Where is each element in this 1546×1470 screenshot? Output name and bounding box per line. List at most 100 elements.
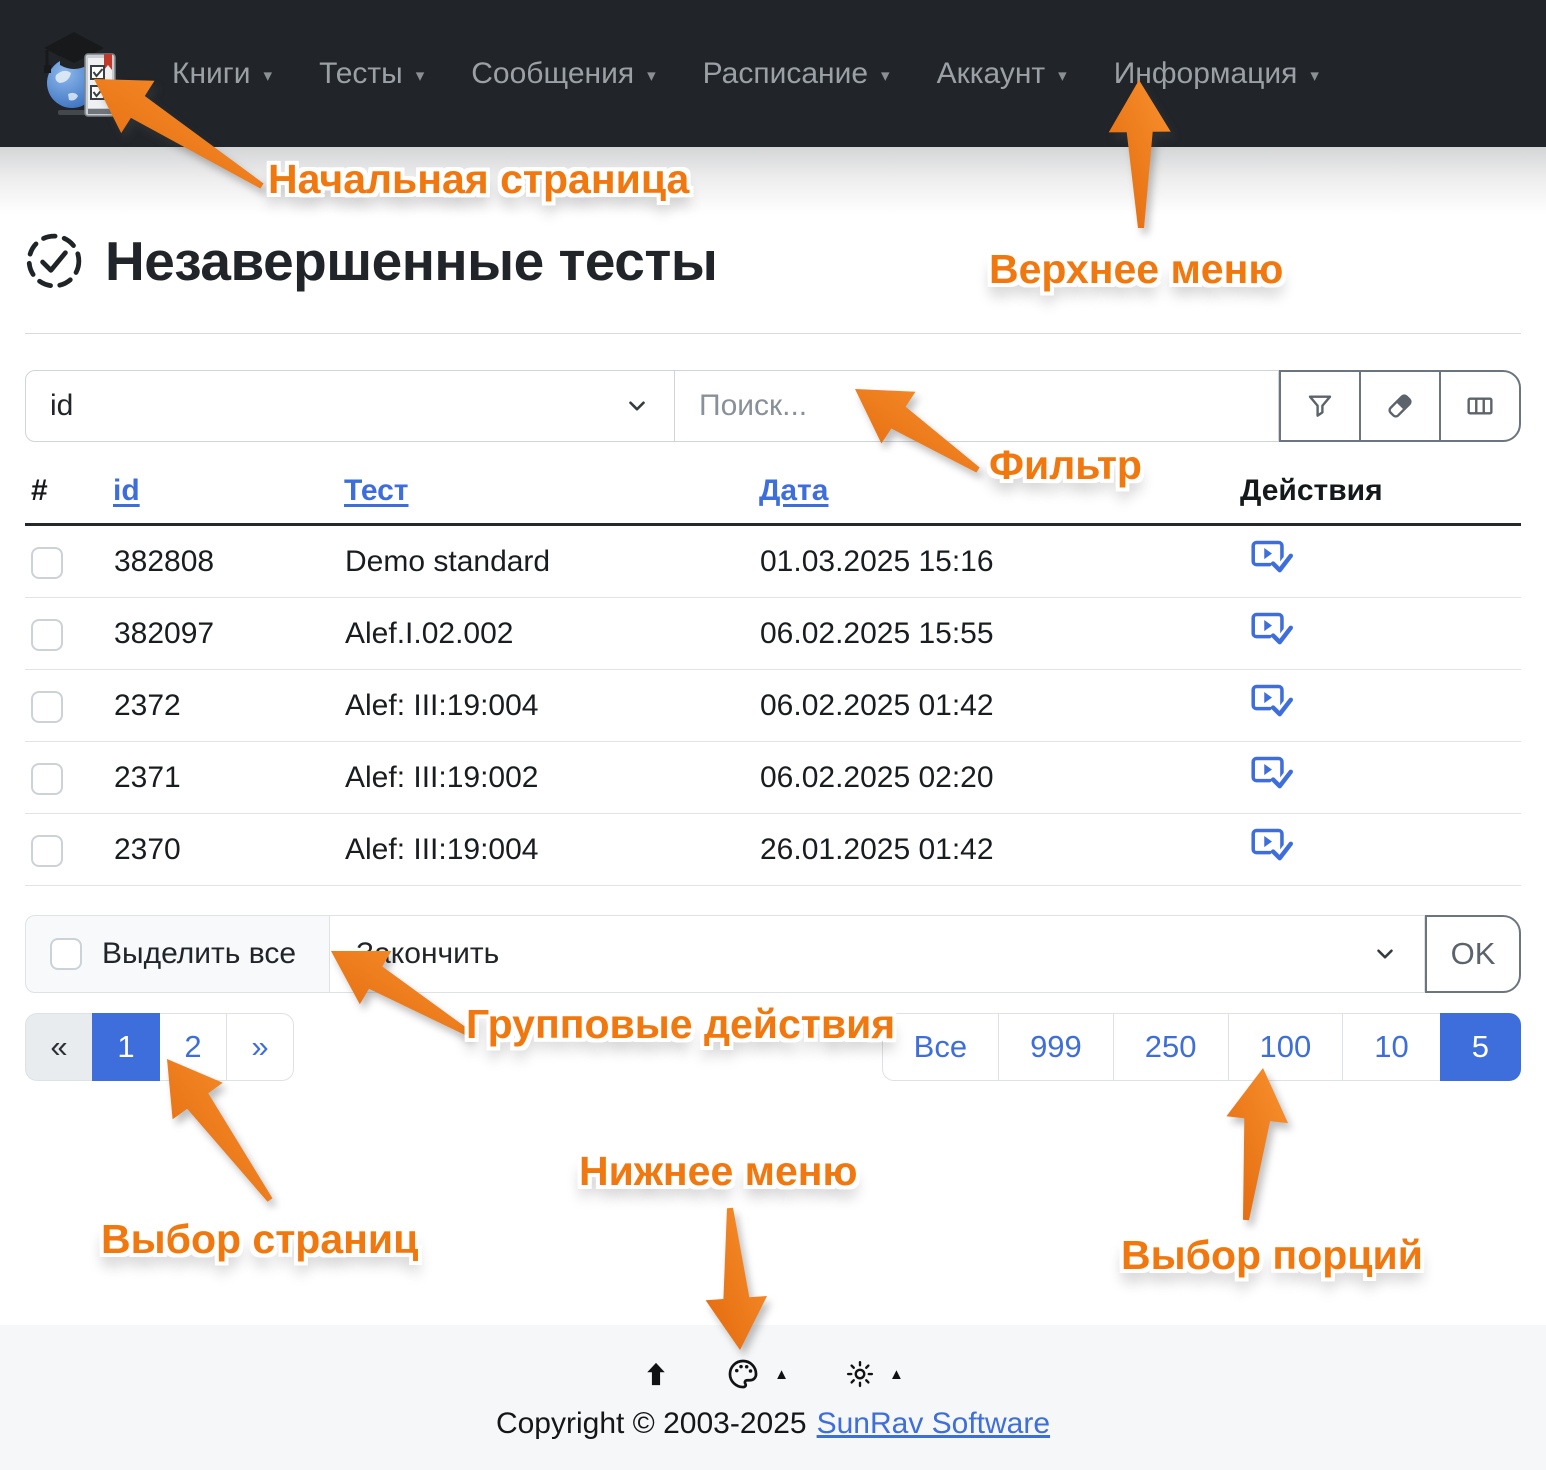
sun-icon [845,1359,875,1389]
table-row: 2372 Alef: III:19:004 06.02.2025 01:42 [25,670,1521,742]
row-checkbox[interactable] [31,547,63,579]
select-all-checkbox[interactable] [50,938,82,970]
cell-test: Demo standard [344,525,759,598]
incomplete-tests-icon [25,232,83,290]
nav-menu-item[interactable]: Аккаунт ▾ [937,57,1067,91]
filter-bar: id [25,370,1521,442]
annotation-label: Верхнее меню [989,246,1283,293]
copyright-text: Copyright © 2003-2025 [496,1407,807,1441]
col-header-date[interactable]: Дата [759,474,828,507]
row-checkbox[interactable] [31,619,63,651]
row-checkbox[interactable] [31,691,63,723]
caret-down-icon: ▾ [416,66,425,86]
col-header-num: # [25,470,113,525]
caret-down-icon: ▾ [1310,66,1319,86]
cell-id: 2371 [113,742,344,814]
caret-down-icon: ▾ [647,66,656,86]
palette-icon [726,1357,760,1391]
row-checkbox[interactable] [31,835,63,867]
top-menu: Книги ▾ Тесты ▾ Сообщения ▾ Расписание ▾ [172,57,1319,91]
page-size-selector: Все 999 250 100 10 5 [882,1013,1521,1081]
col-header-test[interactable]: Тест [344,474,409,507]
nav-menu-item-label: Тесты [319,57,403,91]
cell-id: 382808 [113,525,344,598]
brightness-button[interactable]: ▲ [845,1359,904,1389]
bulk-action-select[interactable]: Закончить [330,915,1425,993]
ok-button[interactable]: OK [1425,915,1521,993]
nav-menu-item[interactable]: Сообщения ▾ [471,57,655,91]
pagination: « 1 2 » [25,1013,294,1081]
table-row: 2370 Alef: III:19:004 26.01.2025 01:42 [25,814,1521,886]
cell-date: 01.03.2025 15:16 [759,525,1240,598]
page-title: Незавершенные тесты [105,229,717,293]
resume-test-icon[interactable] [1251,684,1293,720]
cell-date: 06.02.2025 02:20 [759,742,1240,814]
nav-menu-item-label: Книги [172,57,251,91]
table-row: 382808 Demo standard 01.03.2025 15:16 [25,525,1521,598]
cell-test: Alef: III:19:004 [344,670,759,742]
select-all-label: Выделить все [102,937,296,971]
annotation-label: Фильтр [989,442,1142,489]
page: Книги ▾ Тесты ▾ Сообщения ▾ Расписание ▾ [0,0,1546,1470]
col-header-id[interactable]: id [113,474,140,507]
nav-menu-item[interactable]: Книги ▾ [172,57,272,91]
table-header-row: # id Тест Дата Действия [25,470,1521,525]
resume-test-icon[interactable] [1251,612,1293,648]
caret-up-icon: ▲ [889,1366,904,1383]
divider [25,333,1521,334]
clear-filter-button[interactable] [1359,370,1441,442]
cell-test: Alef.I.02.002 [344,598,759,670]
cell-test: Alef: III:19:004 [344,814,759,886]
columns-button[interactable] [1439,370,1521,442]
nav-menu-item[interactable]: Расписание ▾ [703,57,890,91]
pagination-page[interactable]: 1 [92,1013,160,1081]
row-checkbox[interactable] [31,763,63,795]
page-size-option[interactable]: Все [882,1013,999,1081]
apply-filter-button[interactable] [1279,370,1361,442]
chevron-down-icon [1372,941,1398,967]
theme-color-button[interactable]: ▲ [726,1357,789,1391]
filter-field-value: id [50,389,73,423]
page-title-row: Незавершенные тесты [25,229,1521,293]
bulk-actions-bar: Выделить все Закончить OK [25,915,1521,993]
pagination-page[interactable]: » [226,1013,294,1081]
scroll-top-button[interactable] [642,1360,670,1388]
caret-up-icon: ▲ [774,1366,789,1383]
page-size-option[interactable]: 250 [1113,1013,1229,1081]
col-header-actions: Действия [1240,470,1521,525]
annotation-label: Выбор порций [1121,1232,1423,1279]
cell-test: Alef: III:19:002 [344,742,759,814]
funnel-icon [1304,390,1336,422]
select-all-addon: Выделить все [25,915,330,993]
cell-date: 26.01.2025 01:42 [759,814,1240,886]
chevron-down-icon [624,393,650,419]
page-size-option[interactable]: 100 [1228,1013,1344,1081]
page-size-option[interactable]: 10 [1342,1013,1440,1081]
filter-field-select[interactable]: id [25,370,675,442]
cell-id: 382097 [113,598,344,670]
search-input[interactable] [675,370,1279,442]
pagination-page[interactable]: 2 [159,1013,227,1081]
arrow-up-icon [642,1360,670,1388]
resume-test-icon[interactable] [1251,756,1293,792]
nav-menu-item-label: Сообщения [471,57,634,91]
bulk-action-value: Закончить [356,937,499,971]
nav-menu-item[interactable]: Информация ▾ [1114,57,1319,91]
nav-menu-item[interactable]: Тесты ▾ [319,57,424,91]
page-size-option[interactable]: 5 [1440,1013,1521,1081]
nav-menu-item-label: Информация [1114,57,1298,91]
cell-id: 2372 [113,670,344,742]
annotation-label: Начальная страница [268,156,689,203]
caret-down-icon: ▾ [881,66,890,86]
page-size-option[interactable]: 999 [998,1013,1114,1081]
bottom-menu: ▲ ▲ Copyright © 2003-2025 SunRav Softwar… [0,1325,1546,1470]
resume-test-icon[interactable] [1251,540,1293,576]
nav-menu-item-label: Расписание [703,57,868,91]
resume-test-icon[interactable] [1251,828,1293,864]
hero-gradient [0,147,1546,215]
filter-buttons [1279,370,1521,442]
pagination-page[interactable]: « [25,1013,93,1081]
app-logo-icon[interactable] [38,26,118,122]
sunrav-link[interactable]: SunRav Software [817,1407,1050,1441]
cell-id: 2370 [113,814,344,886]
